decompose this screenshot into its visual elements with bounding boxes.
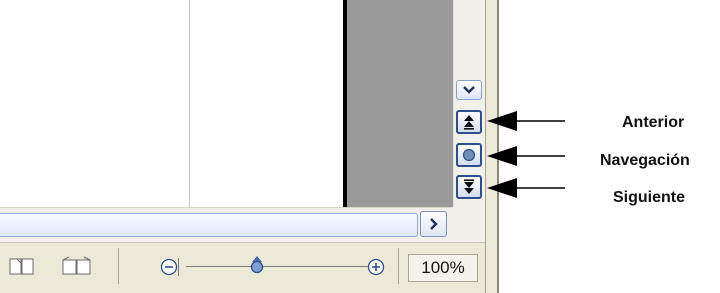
- scroll-down-button[interactable]: [456, 80, 482, 100]
- zoom-slider-knob[interactable]: [250, 256, 264, 276]
- navigation-button[interactable]: [456, 143, 482, 167]
- zoom-slider-track[interactable]: [186, 266, 368, 267]
- column-guide-line: [189, 0, 190, 207]
- next-label: Siguiente: [613, 189, 686, 206]
- minus-circle-icon[interactable]: [160, 258, 178, 276]
- previous-button[interactable]: [456, 110, 482, 134]
- horizontal-scrollbar-thumb[interactable]: [0, 213, 418, 237]
- plus-circle-icon[interactable]: [367, 258, 385, 276]
- chevron-right-icon: [429, 218, 438, 230]
- scrollbar-corner: [453, 207, 485, 242]
- two-page-view-icon[interactable]: [60, 256, 94, 276]
- double-up-arrow-icon: [464, 115, 474, 130]
- chevron-down-icon: [463, 86, 475, 94]
- status-separator: [118, 248, 119, 284]
- zoom-percentage[interactable]: 100%: [408, 254, 478, 282]
- scroll-right-button[interactable]: [420, 211, 447, 237]
- next-button[interactable]: [456, 175, 482, 199]
- navigation-arrow-icon: [487, 146, 565, 166]
- double-down-arrow-icon: [464, 179, 474, 194]
- navigation-circle-icon: [462, 148, 476, 162]
- navigation-label: Navegación: [600, 152, 690, 169]
- previous-label: Anterior: [622, 114, 685, 131]
- page-background-area: [347, 0, 453, 207]
- book-view-icon[interactable]: [8, 256, 38, 276]
- document-page: [0, 0, 345, 207]
- zoom-slider-tick: [178, 258, 179, 276]
- next-arrow-icon: [487, 178, 565, 198]
- status-separator: [398, 248, 399, 284]
- previous-arrow-icon: [487, 111, 565, 131]
